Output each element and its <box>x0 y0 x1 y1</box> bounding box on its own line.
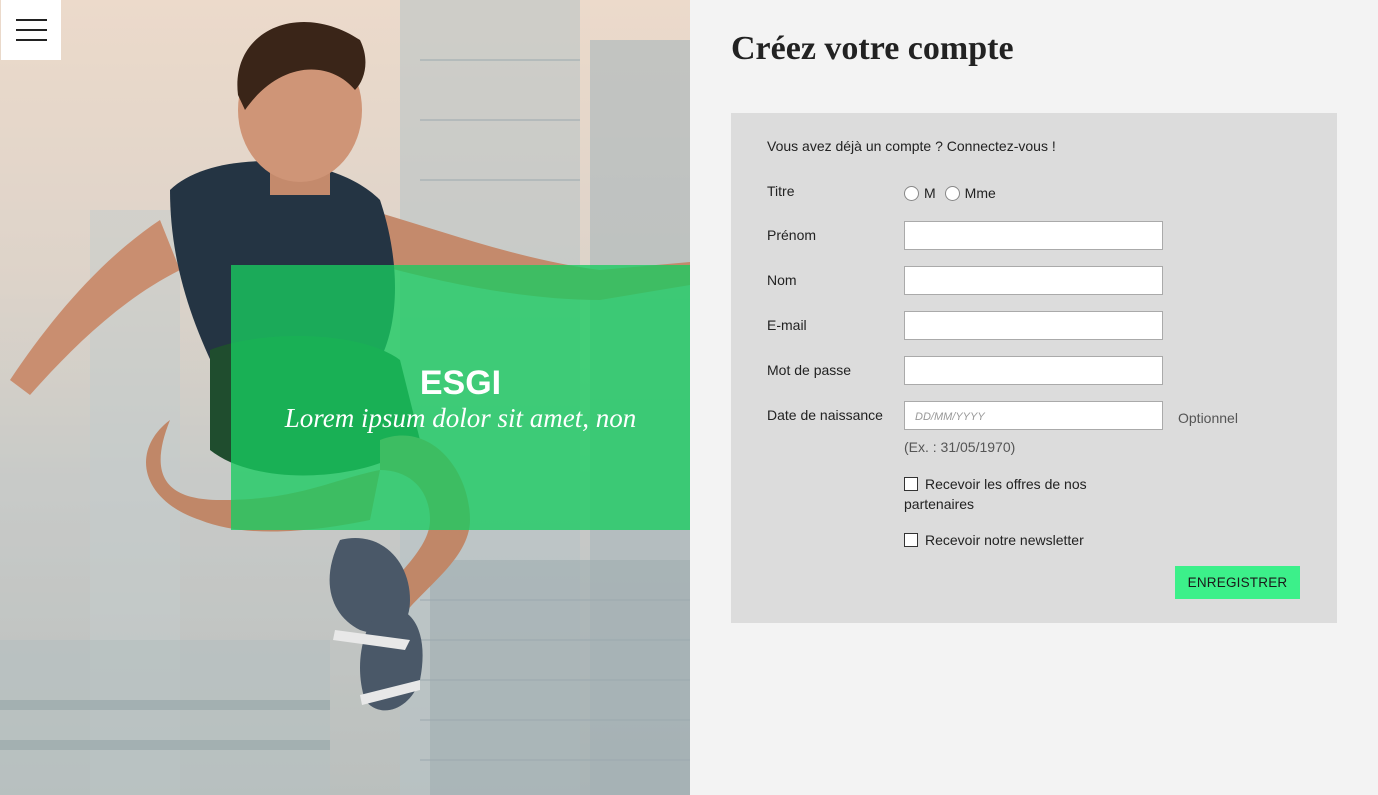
newsletter-checkbox[interactable] <box>904 533 918 547</box>
page-title: Créez votre compte <box>731 30 1014 67</box>
signup-panel: Créez votre compte Vous avez déjà un com… <box>690 0 1378 795</box>
radio-mme-label: Mme <box>964 185 996 201</box>
optional-note: Optionnel <box>1178 410 1238 426</box>
birthdate-input[interactable] <box>904 401 1163 430</box>
nom-input[interactable] <box>904 266 1163 295</box>
hero-image-panel: ESGI Lorem ipsum dolor sit amet, non <box>0 0 690 795</box>
offers-label: Recevoir les offres de nos partenaires <box>904 476 1087 512</box>
brand-tagline: Lorem ipsum dolor sit amet, non <box>284 402 637 433</box>
register-button[interactable]: ENREGISTRER <box>1175 566 1300 599</box>
prenom-label: Prénom <box>767 227 817 243</box>
menu-button[interactable] <box>1 0 61 60</box>
hamburger-icon-line <box>16 39 47 41</box>
offers-option: Recevoir les offres de nos partenaires <box>904 474 1134 514</box>
newsletter-label: Recevoir notre newsletter <box>925 532 1084 548</box>
email-input[interactable] <box>904 311 1163 340</box>
password-input[interactable] <box>904 356 1163 385</box>
hero-overlay: ESGI Lorem ipsum dolor sit amet, non <box>231 265 690 530</box>
prenom-input[interactable] <box>904 221 1163 250</box>
radio-m[interactable] <box>904 185 919 201</box>
radio-m-label: M <box>924 185 936 201</box>
titre-label: Titre <box>767 183 795 199</box>
offers-checkbox[interactable] <box>904 477 918 491</box>
brand-title: ESGI <box>419 363 502 402</box>
birthdate-example: (Ex. : 31/05/1970) <box>904 439 1016 455</box>
birthdate-label: Date de naissance <box>767 407 883 423</box>
login-link[interactable]: Vous avez déjà un compte ? Connectez-vou… <box>767 138 1056 154</box>
hamburger-icon-line <box>16 29 47 31</box>
newsletter-option: Recevoir notre newsletter <box>904 530 1134 550</box>
hamburger-icon <box>16 19 47 21</box>
titre-radio-group: M Mme <box>904 185 1005 201</box>
signup-form: Vous avez déjà un compte ? Connectez-vou… <box>731 113 1337 623</box>
password-label: Mot de passe <box>767 362 852 378</box>
radio-mme[interactable] <box>944 185 960 201</box>
nom-label: Nom <box>767 272 797 288</box>
email-label: E-mail <box>767 317 807 333</box>
